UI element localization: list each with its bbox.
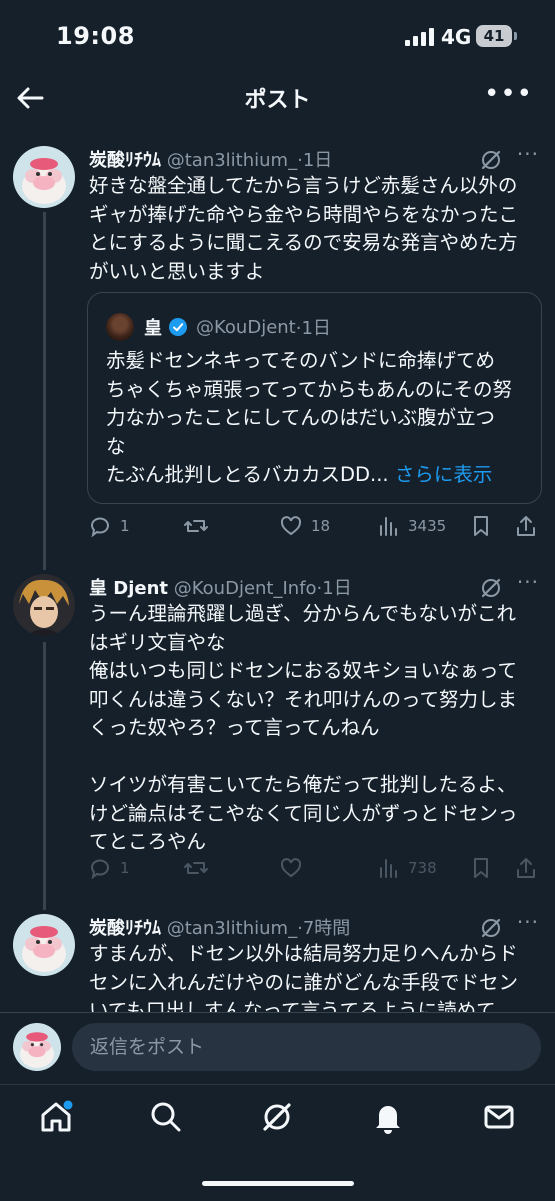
quote-display-name: 皇 [144,318,162,339]
messages-icon[interactable] [481,1099,517,1135]
quote-text: 赤髪ドセンネキってそのバンドに命捧げてめ ちゃくちゃ頑張ってってからもあんのにそ… [106,347,526,490]
like-button[interactable] [279,856,303,880]
avatar-image [13,1023,61,1071]
page-title: ポスト [244,88,311,113]
user-handle[interactable]: @tan3lithium_ [167,150,297,171]
home-icon[interactable] [38,1099,74,1135]
post-time: ·1日 [297,150,333,171]
more-icon[interactable]: ••• [484,81,533,107]
tweet[interactable]: 炭酸ﾘﾁｳﾑ @tan3lithium_·1日 ··· 好きな盤全通してたから言… [0,142,555,546]
display-name[interactable]: 炭酸ﾘﾁｳﾑ [89,918,161,939]
retweet-icon [184,520,208,532]
like-button[interactable]: 18 [279,514,330,538]
view-count: 3435 [408,517,447,535]
tweet-text: すまんが、ドセン以外は結局努力足りへんからド センに入れんだけやのに誰がどんな手… [89,942,519,1014]
search-icon[interactable] [148,1099,184,1135]
quote-header: 皇 @KouDjent ·1日 [106,313,331,341]
notifications-icon[interactable] [370,1099,406,1135]
top-header: ポスト ••• [0,72,555,124]
status-bar: 19:08 4G 41 [0,0,555,72]
avatar-image [13,914,75,976]
share-icon[interactable] [515,514,537,538]
display-name[interactable]: 炭酸ﾘﾁｳﾑ [89,150,161,171]
views-icon [380,859,397,878]
signal-icon [405,28,434,46]
retweet-button[interactable] [183,514,217,538]
retweet-icon [184,862,208,874]
reply-icon [91,517,109,538]
tweet-header: 炭酸ﾘﾁｳﾑ @tan3lithium_·7時間 ··· [89,914,555,942]
avatar[interactable] [13,146,75,208]
verified-badge-icon [169,318,187,336]
tweet[interactable]: 炭酸ﾘﾁｳﾑ @tan3lithium_·7時間 ··· すまんが、ドセン以外は… [0,914,555,1014]
more-icon[interactable]: ··· [517,914,539,934]
user-handle[interactable]: @tan3lithium_ [167,918,297,939]
bookmark-icon[interactable] [471,856,491,880]
like-icon [280,858,302,878]
user-handle[interactable]: @KouDjent_Info [174,578,317,599]
more-icon[interactable]: ··· [517,570,539,594]
quote-handle: @KouDjent [196,316,296,338]
grok-icon[interactable] [479,576,503,600]
status-time: 19:08 [56,22,135,50]
reply-button[interactable]: 1 [88,514,130,538]
like-count: 18 [311,517,331,535]
reply-bar: 返信をポスト [0,1012,555,1085]
post-time: ·1日 [316,578,352,599]
grok-tab-icon[interactable] [259,1099,295,1135]
bookmark-icon[interactable] [471,514,491,538]
post-time: ·7時間 [297,918,351,939]
avatar-image [13,574,75,636]
view-count: 738 [408,859,437,877]
like-icon [280,516,302,536]
battery-icon: 41 [476,25,517,47]
more-icon[interactable]: ··· [517,142,539,166]
reply-button[interactable]: 1 [88,856,130,880]
tweet-header: 皇 Djent @KouDjent_Info·1日 ··· [89,570,555,602]
display-name[interactable]: 皇 Djent [89,578,168,599]
quote-time: ·1日 [295,318,331,339]
tweet[interactable]: 皇 Djent @KouDjent_Info·1日 ··· うーん理論飛躍し過ぎ… [0,570,555,894]
avatar-image [13,146,75,208]
avatar[interactable] [13,914,75,976]
tweet-actions: 1 738 [88,856,537,882]
reply-input[interactable]: 返信をポスト [72,1023,541,1071]
grok-icon[interactable] [479,916,503,940]
reply-count: 1 [120,517,130,535]
reply-avatar [13,1023,61,1071]
show-more-link[interactable]: さらに表示 [395,463,493,486]
reply-icon [91,859,109,880]
grok-icon[interactable] [479,148,503,172]
views-icon [380,517,397,536]
share-icon[interactable] [515,856,537,880]
tab-bar [0,1084,555,1201]
quoted-tweet[interactable]: 皇 @KouDjent ·1日 赤髪ドセンネキってそのバンドに命捧げてめ ちゃくち… [87,292,542,504]
network-label: 4G [441,25,472,49]
views-button[interactable]: 3435 [378,514,446,538]
views-button[interactable]: 738 [378,856,437,880]
quote-avatar [106,313,134,341]
home-indicator [202,1181,354,1186]
avatar[interactable] [13,574,75,636]
tweet-text: うーん理論飛躍し過ぎ、分からんでもないがこれ はギリ文盲やな 俺はいつも同じドセ… [89,602,518,853]
tweet-header: 炭酸ﾘﾁｳﾑ @tan3lithium_·1日 ··· [89,142,555,174]
tweet-actions: 1 18 3435 [88,514,537,540]
retweet-button[interactable] [183,856,209,880]
reply-count: 1 [120,859,130,877]
tweet-text: 好きな盤全通してたから言うけど赤髪さん以外の ギャが捧げた命やら金やら時間やらを… [89,174,519,283]
